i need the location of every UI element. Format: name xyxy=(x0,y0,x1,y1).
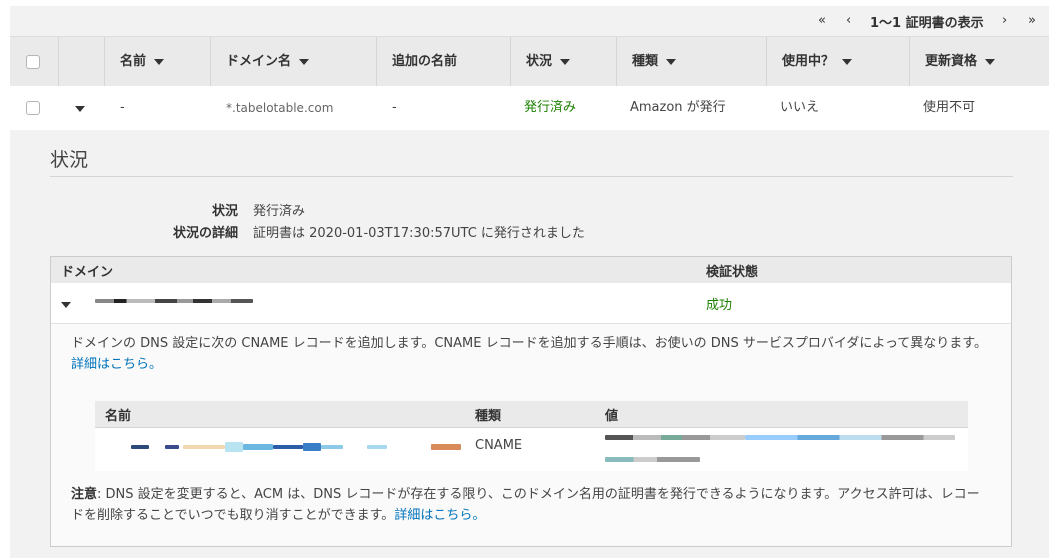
domain-row-expanded: ドメインの DNS 設定に次の CNAME レコードを追加します。CNAME レ… xyxy=(51,324,1011,546)
header-name[interactable]: 名前 xyxy=(104,37,210,87)
table-row[interactable]: - *.tabelotable.com - 発行済み Amazon が発行 いい… xyxy=(10,86,1049,131)
note-text: : DNS 設定を変更すると、ACM は、DNS レコードが存在する限り、このド… xyxy=(71,487,980,523)
col-record-name: 名前 xyxy=(105,409,132,424)
detail-title: 状況 xyxy=(50,149,89,171)
status-detail-label: 状況の詳細 xyxy=(172,226,238,241)
header-expand-cell xyxy=(58,37,104,87)
pagination-text: 1〜1 証明書の表示 xyxy=(870,16,984,31)
header-in-use[interactable]: 使用中？ xyxy=(766,37,909,87)
header-additional-names: 追加の名前 xyxy=(376,37,510,87)
sort-caret-icon xyxy=(666,58,677,65)
record-type: CNAME xyxy=(475,438,523,453)
instructions-text: ドメインの DNS 設定に次の CNAME レコードを追加します。CNAME レ… xyxy=(71,336,987,351)
status-value: 発行済み xyxy=(253,204,306,219)
cell-status: 発行済み xyxy=(524,100,577,115)
col-record-value: 値 xyxy=(605,409,619,424)
header-name-label: 名前 xyxy=(120,54,147,69)
note-learn-more-link[interactable]: 詳細はこちら。 xyxy=(394,508,485,523)
col-domain: ドメイン xyxy=(61,265,114,280)
note-label: 注意 xyxy=(71,487,98,502)
sort-caret-icon xyxy=(842,58,853,65)
cell-in-use: いいえ xyxy=(780,100,820,115)
cell-renewal: 使用不可 xyxy=(923,100,976,115)
header-status-label: 状況 xyxy=(526,54,553,69)
next-page-button[interactable]: › xyxy=(1002,13,1007,28)
cname-table-header: 名前 種類 値 xyxy=(95,401,968,428)
header-renewal[interactable]: 更新資格 xyxy=(909,37,1049,87)
header-domain[interactable]: ドメイン名 xyxy=(210,37,376,87)
header-in-use-label: 使用中？ xyxy=(782,54,835,69)
last-page-button[interactable]: » xyxy=(1028,13,1036,28)
sort-caret-icon xyxy=(299,58,310,65)
collapse-row-icon[interactable] xyxy=(61,302,71,308)
status-label: 状況 xyxy=(211,204,238,219)
col-record-type: 種類 xyxy=(475,409,502,424)
header-type-label: 種類 xyxy=(632,54,659,69)
select-all-checkbox[interactable] xyxy=(26,55,40,69)
cell-additional: - xyxy=(392,100,397,115)
cell-type: Amazon が発行 xyxy=(630,100,726,115)
prev-page-button[interactable]: ‹ xyxy=(846,13,851,28)
cell-name: - xyxy=(120,100,125,115)
header-domain-label: ドメイン名 xyxy=(226,54,292,69)
cname-record-table: 名前 種類 値 CNAME xyxy=(95,401,968,471)
table-header: 名前 ドメイン名 追加の名前 状況 種類 使用中？ 更新資格 xyxy=(10,36,1049,88)
cname-instructions: ドメインの DNS 設定に次の CNAME レコードを追加します。CNAME レ… xyxy=(71,333,991,375)
expand-row-icon[interactable] xyxy=(75,106,85,112)
col-validation-status: 検証状態 xyxy=(706,265,759,280)
cell-domain: *.tabelotable.com xyxy=(226,101,334,115)
header-renewal-label: 更新資格 xyxy=(925,54,978,69)
header-type[interactable]: 種類 xyxy=(616,37,766,87)
domain-validation-table: ドメイン 検証状態 成功 ドメインの DNS 設定に次の CNAME レコードを… xyxy=(50,256,1012,547)
sort-caret-icon xyxy=(154,58,165,65)
validation-status: 成功 xyxy=(706,298,733,313)
header-status[interactable]: 状況 xyxy=(510,37,616,87)
pagination-bar: « ‹ 1〜1 証明書の表示 › » xyxy=(10,6,1049,36)
sort-caret-icon xyxy=(985,58,996,65)
row-checkbox[interactable] xyxy=(26,101,40,115)
divider xyxy=(50,176,1013,177)
header-select-cell xyxy=(10,37,58,87)
domain-row[interactable]: 成功 xyxy=(51,283,1011,324)
first-page-button[interactable]: « xyxy=(818,13,826,28)
status-detail-value: 証明書は 2020-01-03T17:30:57UTC に発行されました xyxy=(253,226,585,241)
sort-caret-icon xyxy=(560,58,571,65)
note-paragraph: 注意: DNS 設定を変更すると、ACM は、DNS レコードが存在する限り、こ… xyxy=(71,484,991,526)
learn-more-link[interactable]: 詳細はこちら。 xyxy=(71,357,162,372)
header-additional-label: 追加の名前 xyxy=(392,54,458,69)
domain-table-header: ドメイン 検証状態 xyxy=(51,257,1011,284)
